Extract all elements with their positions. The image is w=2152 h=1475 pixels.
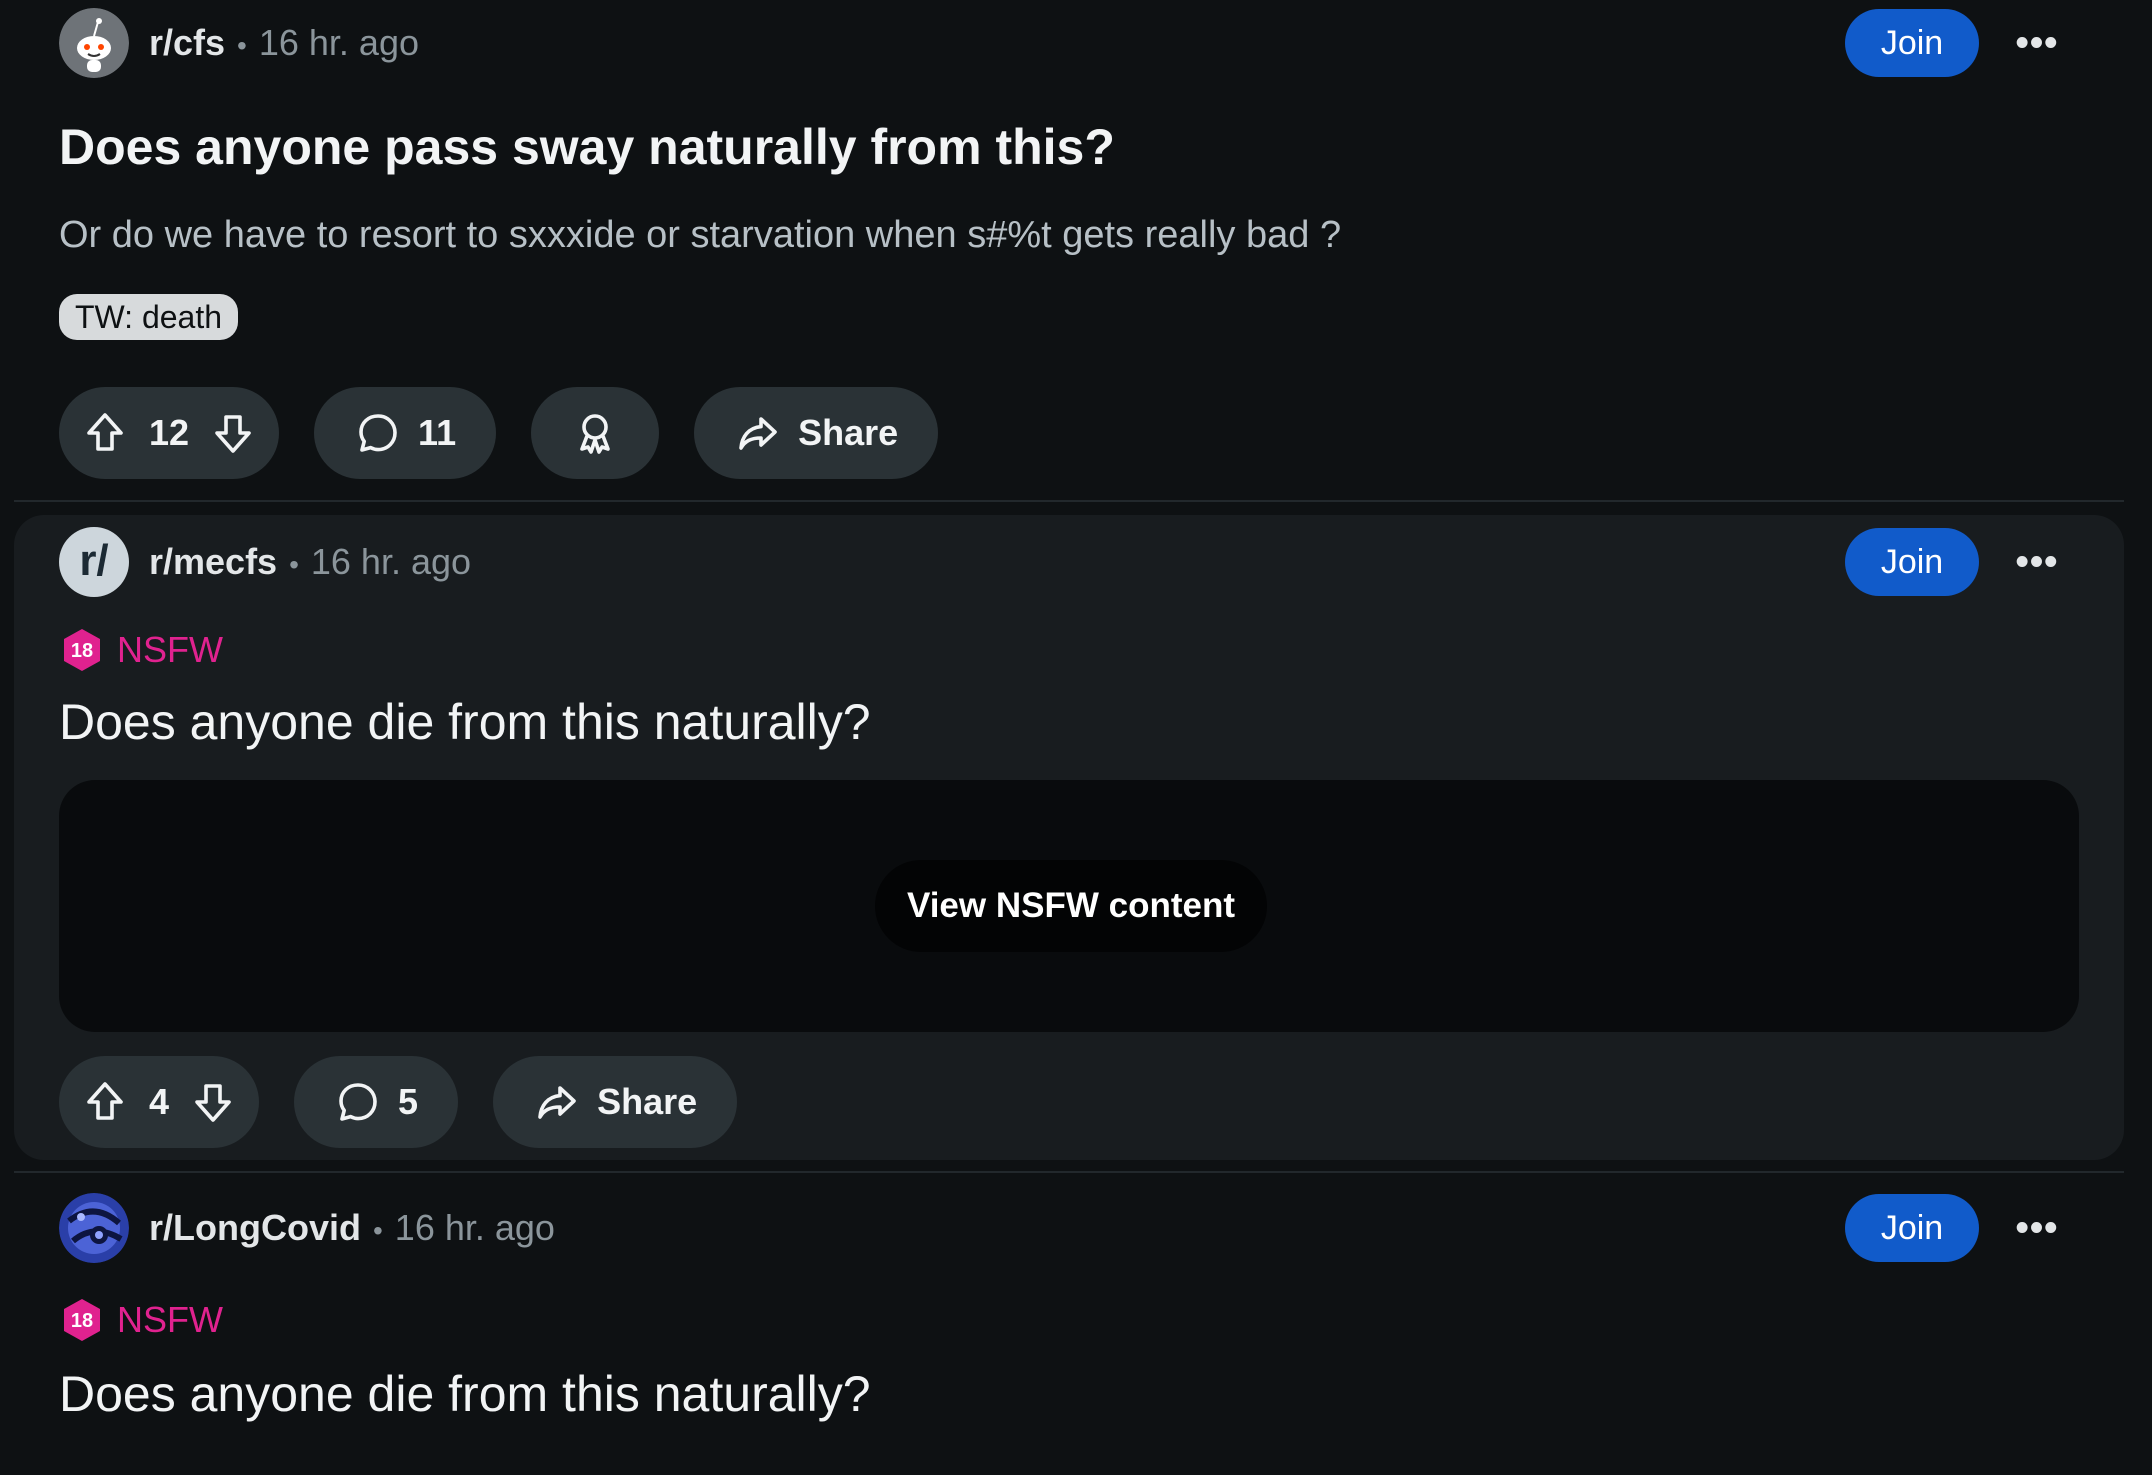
share-label: Share <box>597 1081 698 1122</box>
nsfw-18-icon: 18 <box>64 629 100 671</box>
subreddit-name[interactable]: r/mecfs <box>149 541 277 582</box>
post-divider <box>14 1171 2124 1173</box>
subreddit-avatar[interactable] <box>59 1193 129 1263</box>
nsfw-tag: 18 NSFW <box>59 627 223 673</box>
view-nsfw-button[interactable]: View NSFW content <box>875 860 1267 952</box>
post-divider <box>14 500 2124 502</box>
post-card[interactable]: r/cfs • 16 hr. ago Join ••• Does anyone pa… <box>14 0 2124 500</box>
nsfw-18-icon: 18 <box>64 1299 100 1341</box>
nsfw-label: NSFW <box>117 1299 223 1340</box>
subreddit-avatar[interactable]: r/ <box>59 527 129 597</box>
share-button[interactable]: Share <box>694 387 939 479</box>
post-header: r/LongCovid • 16 hr. ago Join ••• <box>59 1193 2079 1263</box>
join-button[interactable]: Join <box>1845 528 1979 596</box>
nsfw-tag: 18 NSFW <box>59 1297 223 1343</box>
post-meta: r/mecfs • 16 hr. ago <box>149 527 471 597</box>
post-flair[interactable]: TW: death <box>59 294 239 340</box>
post-card[interactable]: r/LongCovid • 16 hr. ago Join ••• 18 NSFW … <box>14 1175 2124 1475</box>
comment-count: 5 <box>398 1081 419 1122</box>
downvote-icon[interactable] <box>189 1078 237 1126</box>
longcovid-avatar-icon <box>59 1193 129 1263</box>
meta-separator: • <box>237 30 247 61</box>
vote-count: 4 <box>149 1081 170 1122</box>
post-actions: 4 5 Share <box>59 1056 738 1148</box>
comments-button[interactable]: 5 <box>294 1056 459 1148</box>
subreddit-name[interactable]: r/cfs <box>149 22 225 63</box>
downvote-icon[interactable] <box>209 409 257 457</box>
more-icon[interactable]: ••• <box>2003 1194 2071 1262</box>
post-title[interactable]: Does anyone die from this naturally? <box>59 693 871 751</box>
post-time: 16 hr. ago <box>394 1207 555 1248</box>
nsfw-badge-text: 18 <box>71 1310 93 1332</box>
more-icon[interactable]: ••• <box>2003 9 2071 77</box>
post-actions: 12 11 Share <box>59 387 939 479</box>
nsfw-badge-text: 18 <box>71 640 93 662</box>
vote-pill: 12 <box>59 387 280 479</box>
comment-icon <box>359 414 397 452</box>
share-icon <box>739 417 777 450</box>
post-title[interactable]: Does anyone die from this naturally? <box>59 1365 871 1423</box>
upvote-icon[interactable] <box>81 409 129 457</box>
post-meta: r/LongCovid • 16 hr. ago <box>149 1193 555 1263</box>
comments-button[interactable]: 11 <box>314 387 497 479</box>
nsfw-blurred-content: View NSFW content <box>59 780 2079 1032</box>
join-button[interactable]: Join <box>1845 1194 1979 1262</box>
subreddit-avatar-label: r/ <box>79 536 109 585</box>
share-label: Share <box>798 412 899 453</box>
post-header: r/cfs • 16 hr. ago Join ••• <box>59 8 2079 78</box>
post-time: 16 hr. ago <box>258 22 419 63</box>
subreddit-name[interactable]: r/LongCovid <box>149 1207 361 1248</box>
nsfw-label: NSFW <box>117 629 223 670</box>
share-icon <box>538 1086 576 1119</box>
award-icon <box>580 414 610 454</box>
meta-separator: • <box>372 1215 383 1246</box>
snoo-avatar-icon <box>59 8 129 78</box>
meta-separator: • <box>289 549 299 580</box>
vote-pill: 4 <box>59 1056 260 1148</box>
vote-count: 12 <box>149 412 190 453</box>
post-time: 16 hr. ago <box>310 541 472 582</box>
join-button[interactable]: Join <box>1845 9 1979 77</box>
upvote-icon[interactable] <box>81 1078 129 1126</box>
post-body[interactable]: Or do we have to resort to sxxxide or st… <box>59 214 1341 257</box>
comment-count: 11 <box>418 412 457 453</box>
more-icon[interactable]: ••• <box>2003 528 2071 596</box>
post-card[interactable]: r/ r/mecfs • 16 hr. ago Join ••• 18 NSFW D… <box>14 515 2124 1160</box>
post-header: r/ r/mecfs • 16 hr. ago Join ••• <box>59 527 2079 597</box>
subreddit-avatar[interactable] <box>59 8 129 78</box>
post-title[interactable]: Does anyone pass sway naturally from thi… <box>59 118 1115 176</box>
award-button[interactable] <box>531 387 660 479</box>
share-button[interactable]: Share <box>493 1056 738 1148</box>
comment-icon <box>339 1083 377 1121</box>
post-meta: r/cfs • 16 hr. ago <box>149 8 419 78</box>
